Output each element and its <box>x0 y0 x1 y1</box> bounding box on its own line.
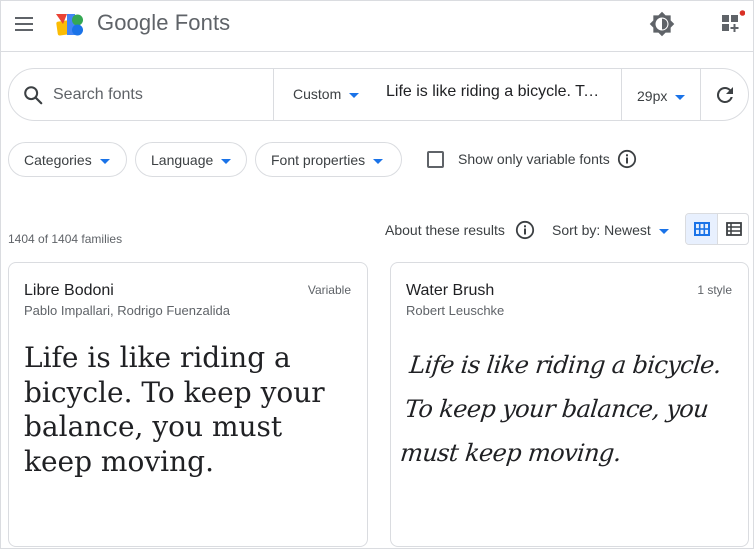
list-view-button[interactable] <box>718 214 749 244</box>
font-size-label: 29px <box>637 88 668 104</box>
search-icon <box>24 86 43 105</box>
hamburger-menu-icon[interactable] <box>15 16 35 32</box>
view-toggle <box>685 213 749 245</box>
search-input[interactable] <box>53 81 268 109</box>
app-title[interactable]: Google Fonts <box>97 10 230 36</box>
font-name: Libre Bodoni <box>24 282 114 299</box>
dashboard-customize-icon[interactable] <box>719 10 745 36</box>
font-author: Pablo Impallari, Rodrigo Fuenzalida <box>24 303 230 318</box>
categories-label: Categories <box>24 152 92 168</box>
sort-label: Sort by: Newest <box>552 222 651 238</box>
font-card[interactable]: Libre Bodoni Pablo Impallari, Rodrigo Fu… <box>8 262 368 547</box>
reset-icon[interactable] <box>713 83 737 107</box>
search-bar: Custom Life is like riding a bicycle. To… <box>8 68 749 121</box>
top-app-bar: Google Fonts <box>1 1 753 52</box>
caret-down-icon <box>221 158 232 164</box>
info-icon[interactable] <box>617 149 637 169</box>
results-count: 1404 of 1404 families <box>8 232 123 246</box>
font-name: Water Brush <box>406 282 495 299</box>
caret-down-icon <box>99 158 110 164</box>
font-sample-text: Life is like riding a bicycle. To keep y… <box>24 341 325 478</box>
divider <box>273 69 274 120</box>
grid-view-button[interactable] <box>686 214 718 244</box>
variable-fonts-label[interactable]: Show only variable fonts <box>458 151 610 167</box>
font-styles-badge: 1 style <box>697 283 732 297</box>
font-properties-label: Font properties <box>271 152 366 168</box>
notification-badge <box>739 10 745 16</box>
sort-select[interactable]: Sort by: Newest <box>552 222 669 238</box>
language-label: Language <box>151 152 214 168</box>
categories-filter[interactable]: Categories <box>8 142 127 177</box>
preview-preset-select[interactable]: Custom <box>293 86 360 102</box>
divider <box>700 69 701 120</box>
font-card[interactable]: Water Brush Robert Leuschke 1 style Life… <box>390 262 749 547</box>
preview-preset-label: Custom <box>293 86 342 102</box>
caret-down-icon <box>658 228 669 234</box>
caret-down-icon <box>373 158 384 164</box>
font-author: Robert Leuschke <box>406 303 505 318</box>
divider <box>621 69 622 120</box>
font-styles-badge: Variable <box>307 283 351 297</box>
grid-view-icon <box>694 222 710 236</box>
preview-text-input[interactable]: Life is like riding a bicycle. To keep y… <box>386 83 606 101</box>
caret-down-icon <box>349 92 360 98</box>
about-results-link[interactable]: About these results <box>385 222 505 238</box>
language-filter[interactable]: Language <box>135 142 247 177</box>
google-fonts-logo[interactable] <box>55 11 85 37</box>
list-view-icon <box>726 222 742 236</box>
font-sample-text: Life is like riding a bicycle. To keep y… <box>398 351 723 467</box>
variable-fonts-checkbox[interactable] <box>427 151 444 168</box>
font-size-select[interactable]: 29px <box>637 88 686 104</box>
font-properties-filter[interactable]: Font properties <box>255 142 402 177</box>
caret-down-icon <box>675 94 686 100</box>
brightness-icon[interactable] <box>649 11 675 37</box>
info-icon[interactable] <box>515 220 535 240</box>
